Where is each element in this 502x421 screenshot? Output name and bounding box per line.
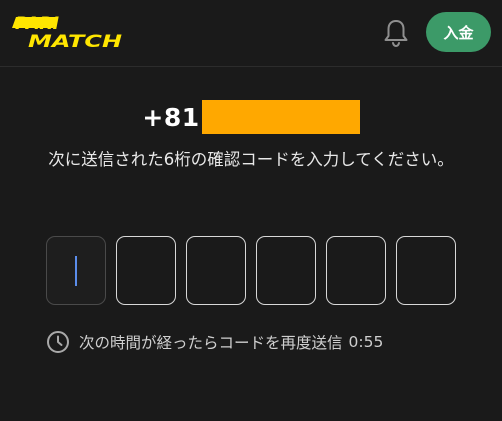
- top-bar: PARI MATCH 入金: [0, 0, 502, 67]
- parimatch-logo[interactable]: PARI MATCH: [12, 14, 124, 50]
- phone-redaction: [201, 100, 360, 134]
- code-digit-input-4[interactable]: [256, 236, 316, 305]
- code-digit-input-6[interactable]: [396, 236, 456, 305]
- clock-icon: [47, 331, 69, 353]
- text-caret: [75, 256, 77, 286]
- instruction-text: 次に送信された6桁の確認コードを入力してください。: [48, 150, 454, 169]
- phone-prefix: +81: [142, 102, 200, 132]
- logo-line2: MATCH: [28, 32, 122, 50]
- resend-timer: 0:55: [348, 333, 384, 351]
- code-digit-input-5[interactable]: [326, 236, 386, 305]
- code-input-group: [46, 236, 456, 306]
- phone-number: +81: [0, 98, 502, 136]
- code-digit-input-3[interactable]: [186, 236, 246, 305]
- resend-countdown: 次の時間が経ったらコードを再度送信 0:55: [46, 328, 383, 356]
- code-digit-input-2[interactable]: [116, 236, 176, 305]
- bell-icon[interactable]: [382, 18, 410, 48]
- deposit-button[interactable]: 入金: [426, 12, 491, 52]
- code-digit-input-1[interactable]: [46, 236, 106, 305]
- resend-label: 次の時間が経ったらコードを再度送信: [79, 334, 343, 352]
- logo-line1: PARI: [15, 14, 59, 34]
